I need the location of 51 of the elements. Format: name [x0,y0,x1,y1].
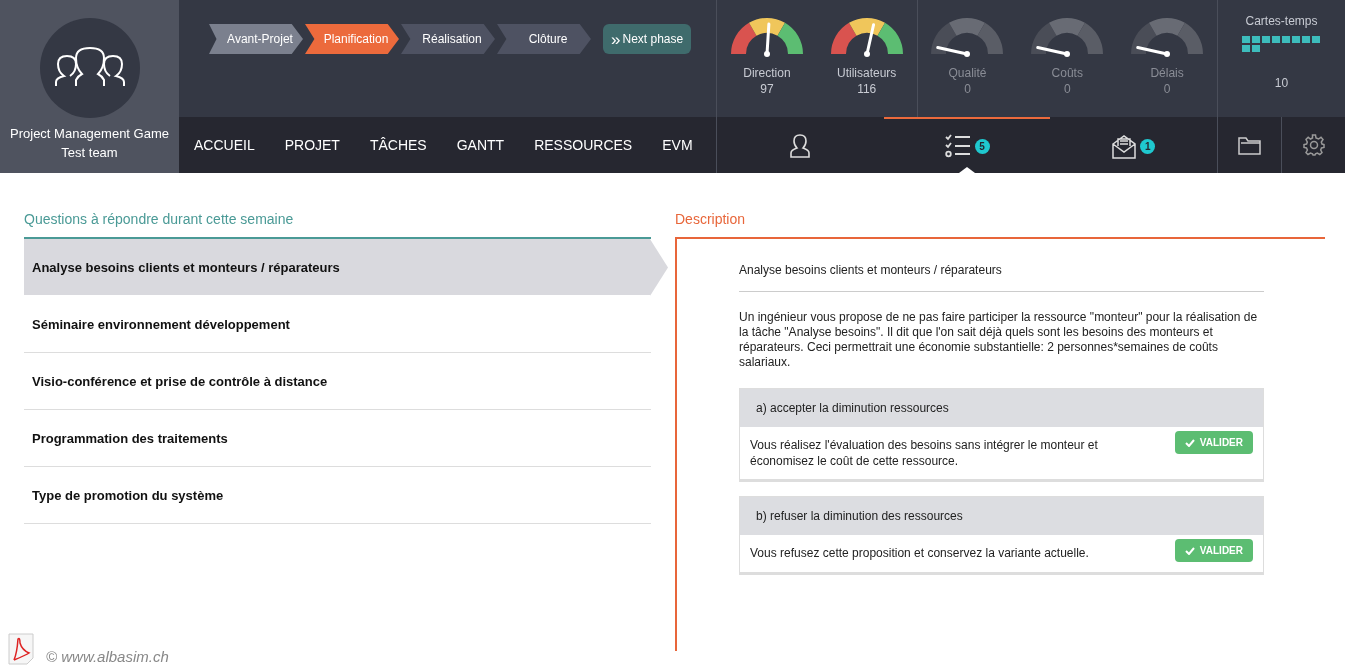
phase-step: Clôture [497,24,591,54]
gauge-label: Utilisateurs [837,66,897,80]
menu-item[interactable]: TÂCHES [369,137,427,153]
next-phase-button[interactable]: »Next phase [603,24,692,54]
question-item[interactable]: Programmation des traitements [24,410,651,467]
person-icon [789,134,812,158]
menu-item[interactable]: ACCUEIL [194,137,255,153]
phase-step: Planification [305,24,399,54]
question-item[interactable]: Séminaire environnement développement [24,296,651,353]
check-icon [1184,438,1195,447]
phase-step: Réalisation [401,24,495,54]
gauge-value: 0 [1163,82,1171,96]
checklist-icon [944,134,971,158]
team-name: Test team [61,145,118,160]
mail-tab[interactable]: 1 [1050,117,1217,173]
gauge-label: Coûts [1051,66,1083,80]
gauge-value: 0 [964,82,971,96]
question-item[interactable]: Analyse besoins clients et monteurs / réparateurs [24,239,668,296]
menu-item[interactable]: PROJET [284,137,340,153]
gauge-label: Qualité [948,66,987,80]
time-cards-count: 10 [1274,76,1289,90]
phase-step: Avant-Projet [209,24,303,54]
gauge-value: 97 [760,82,774,96]
settings-icon [1302,134,1325,156]
check-icon [1184,546,1195,555]
gauge-value: 0 [1063,82,1071,96]
question-text: Un ingénieur vous propose de ne pas faire participer la ressource "monteur" pour la réalisation de la tâche "Analyse besoins". Il dit que l'on sait déjà quels sont les besoins des monteurs et réparateurs. Ceci permettrait une économie substantielle: 2 personnes*semaines de coûts salariaux. [739,310,1259,370]
question-item[interactable]: Type de promotion du système [24,467,651,524]
answer-text: Vous réalisez l'évaluation des besoins sans intégrer le monteur et économisez le coût de cette ressource. [750,437,1099,469]
tasks-tab[interactable]: 5 [883,117,1051,173]
mail-icon [1112,133,1137,159]
copyright-text: © www.albasim.ch [46,648,169,665]
answer-title: a) accepter la diminution ressources [740,389,1263,427]
count-badge: 1 [1140,138,1156,154]
answer-title: b) refuser la diminution des ressources [740,497,1263,535]
menu-item[interactable]: RESSOURCES [534,137,633,153]
gauge-label: Délais [1150,66,1184,80]
time-cards-label: Cartes-temps [1245,14,1318,28]
menu-item[interactable]: EVM [662,137,693,153]
menu-item[interactable]: GANTT [456,137,505,153]
pdf-icon[interactable] [8,633,34,665]
question-item[interactable]: Visio-conférence et prise de contrôle à distance [24,353,651,410]
selection-pointer-icon [959,167,975,173]
game-title: Project Management Game [10,126,169,141]
answer-text: Vous refusez cette proposition et conservez la variante actuelle. [750,545,1090,561]
description-heading: Description [675,211,1325,239]
gauge-label: Direction [743,66,791,80]
folder-icon [1237,135,1262,155]
gauge-value: 116 [857,82,877,96]
question-title: Analyse besoins clients et monteurs / réparateurs [739,255,1264,292]
count-badge: 5 [974,138,990,154]
